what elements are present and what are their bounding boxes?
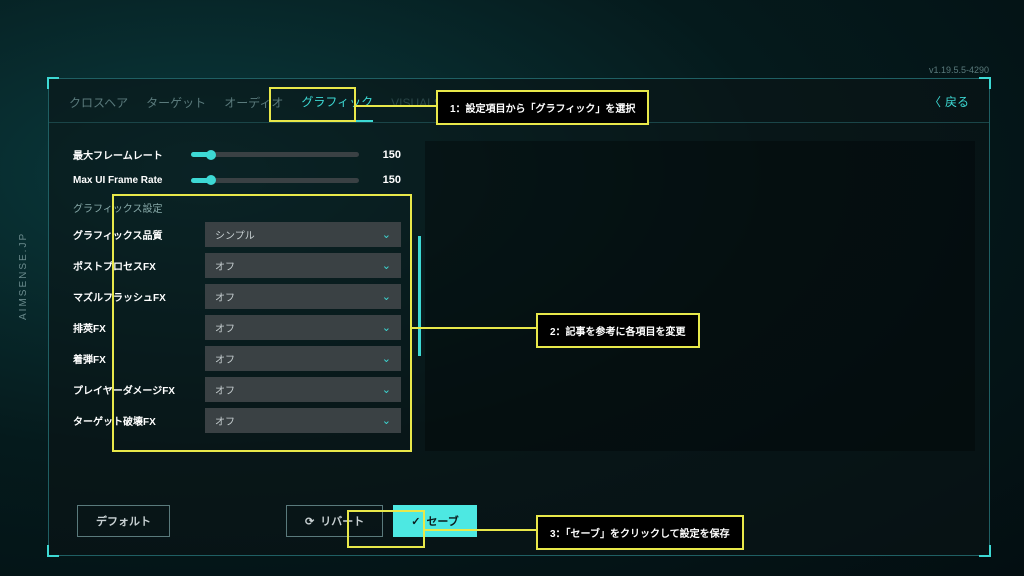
chevron-down-icon: ⌄ bbox=[382, 290, 391, 303]
slider-label: Max UI Frame Rate bbox=[73, 175, 181, 186]
tab-graphics[interactable]: グラフィック bbox=[301, 93, 373, 122]
setting-row: ポストプロセスFX オフ ⌄ bbox=[63, 250, 411, 281]
slider-max-framerate: 最大フレームレート 150 bbox=[63, 141, 411, 168]
callout-1: 1：設定項目から「グラフィック」を選択 bbox=[436, 90, 649, 125]
back-button[interactable]: 〈 戻る bbox=[929, 93, 969, 110]
setting-row: 着弾FX オフ ⌄ bbox=[63, 343, 411, 374]
back-label: 戻る bbox=[945, 93, 969, 110]
slider-track[interactable] bbox=[191, 152, 359, 157]
dropdown-value: オフ bbox=[215, 413, 235, 428]
setting-row: マズルフラッシュFX オフ ⌄ bbox=[63, 281, 411, 312]
setting-dropdown[interactable]: オフ ⌄ bbox=[205, 315, 401, 340]
corner-decoration bbox=[979, 545, 991, 557]
revert-button[interactable]: ⟳ リバート bbox=[286, 505, 383, 537]
callout-line bbox=[412, 327, 536, 329]
dropdown-value: オフ bbox=[215, 351, 235, 366]
slider-thumb[interactable] bbox=[206, 175, 216, 185]
settings-content: 最大フレームレート 150 Max UI Frame Rate 150 グラフィ… bbox=[49, 123, 989, 451]
setting-label: 排莢FX bbox=[73, 320, 197, 335]
chevron-down-icon: ⌄ bbox=[382, 259, 391, 272]
setting-label: グラフィックス品質 bbox=[73, 227, 197, 242]
save-button[interactable]: ✓ セーブ bbox=[393, 505, 477, 537]
chevron-down-icon: ⌄ bbox=[382, 383, 391, 396]
footer-buttons: デフォルト ⟳ リバート ✓ セーブ bbox=[77, 505, 477, 537]
setting-row: プレイヤーダメージFX オフ ⌄ bbox=[63, 374, 411, 405]
watermark-text: AIMSENSE.JP bbox=[18, 232, 29, 320]
setting-dropdown[interactable]: オフ ⌄ bbox=[205, 346, 401, 371]
setting-row: ターゲット破壊FX オフ ⌄ bbox=[63, 405, 411, 436]
refresh-icon: ⟳ bbox=[305, 515, 314, 528]
revert-label: リバート bbox=[320, 513, 364, 529]
default-button[interactable]: デフォルト bbox=[77, 505, 170, 537]
callout-line bbox=[356, 105, 436, 107]
settings-list: グラフィックス品質 シンプル ⌄ ポストプロセスFX オフ ⌄ マズルフラッシュ… bbox=[63, 219, 411, 436]
setting-row: 排莢FX オフ ⌄ bbox=[63, 312, 411, 343]
chevron-down-icon: ⌄ bbox=[382, 414, 391, 427]
setting-label: マズルフラッシュFX bbox=[73, 289, 197, 304]
setting-dropdown[interactable]: オフ ⌄ bbox=[205, 408, 401, 433]
setting-label: ポストプロセスFX bbox=[73, 258, 197, 273]
chevron-left-icon: 〈 bbox=[929, 93, 941, 110]
preview-panel bbox=[425, 141, 975, 451]
slider-label: 最大フレームレート bbox=[73, 147, 181, 162]
slider-value: 150 bbox=[369, 149, 401, 161]
slider-value: 150 bbox=[369, 174, 401, 186]
slider-track[interactable] bbox=[191, 178, 359, 183]
chevron-down-icon: ⌄ bbox=[382, 321, 391, 334]
tab-crosshair[interactable]: クロスヘア bbox=[69, 94, 128, 121]
setting-label: プレイヤーダメージFX bbox=[73, 382, 197, 397]
callout-2: 2：記事を参考に各項目を変更 bbox=[536, 313, 700, 348]
chevron-down-icon: ⌄ bbox=[382, 352, 391, 365]
dropdown-value: オフ bbox=[215, 258, 235, 273]
save-label: セーブ bbox=[426, 513, 458, 529]
scrollbar[interactable] bbox=[418, 236, 421, 356]
dropdown-value: シンプル bbox=[215, 227, 255, 242]
tab-audio[interactable]: オーディオ bbox=[224, 94, 283, 121]
section-header-graphics: グラフィックス設定 bbox=[63, 192, 411, 219]
version-label: v1.19.5.5-4290 bbox=[929, 65, 989, 75]
setting-label: ターゲット破壊FX bbox=[73, 413, 197, 428]
dropdown-value: オフ bbox=[215, 289, 235, 304]
dropdown-value: オフ bbox=[215, 382, 235, 397]
slider-max-ui-framerate: Max UI Frame Rate 150 bbox=[63, 168, 411, 192]
setting-dropdown[interactable]: シンプル ⌄ bbox=[205, 222, 401, 247]
setting-dropdown[interactable]: オフ ⌄ bbox=[205, 253, 401, 278]
tab-target[interactable]: ターゲット bbox=[146, 94, 206, 121]
settings-window: v1.19.5.5-4290 クロスヘア ターゲット オーディオ グラフィック … bbox=[48, 78, 990, 556]
corner-decoration bbox=[47, 545, 59, 557]
callout-line bbox=[425, 529, 536, 531]
tab-visuals[interactable]: VISUALS bbox=[391, 96, 442, 120]
check-icon: ✓ bbox=[411, 515, 420, 528]
dropdown-value: オフ bbox=[215, 320, 235, 335]
slider-thumb[interactable] bbox=[206, 150, 216, 160]
setting-label: 着弾FX bbox=[73, 351, 197, 366]
chevron-down-icon: ⌄ bbox=[382, 228, 391, 241]
setting-row: グラフィックス品質 シンプル ⌄ bbox=[63, 219, 411, 250]
setting-dropdown[interactable]: オフ ⌄ bbox=[205, 377, 401, 402]
callout-3: 3：「セーブ」をクリックして設定を保存 bbox=[536, 515, 744, 550]
setting-dropdown[interactable]: オフ ⌄ bbox=[205, 284, 401, 309]
left-panel: 最大フレームレート 150 Max UI Frame Rate 150 グラフィ… bbox=[63, 141, 411, 451]
